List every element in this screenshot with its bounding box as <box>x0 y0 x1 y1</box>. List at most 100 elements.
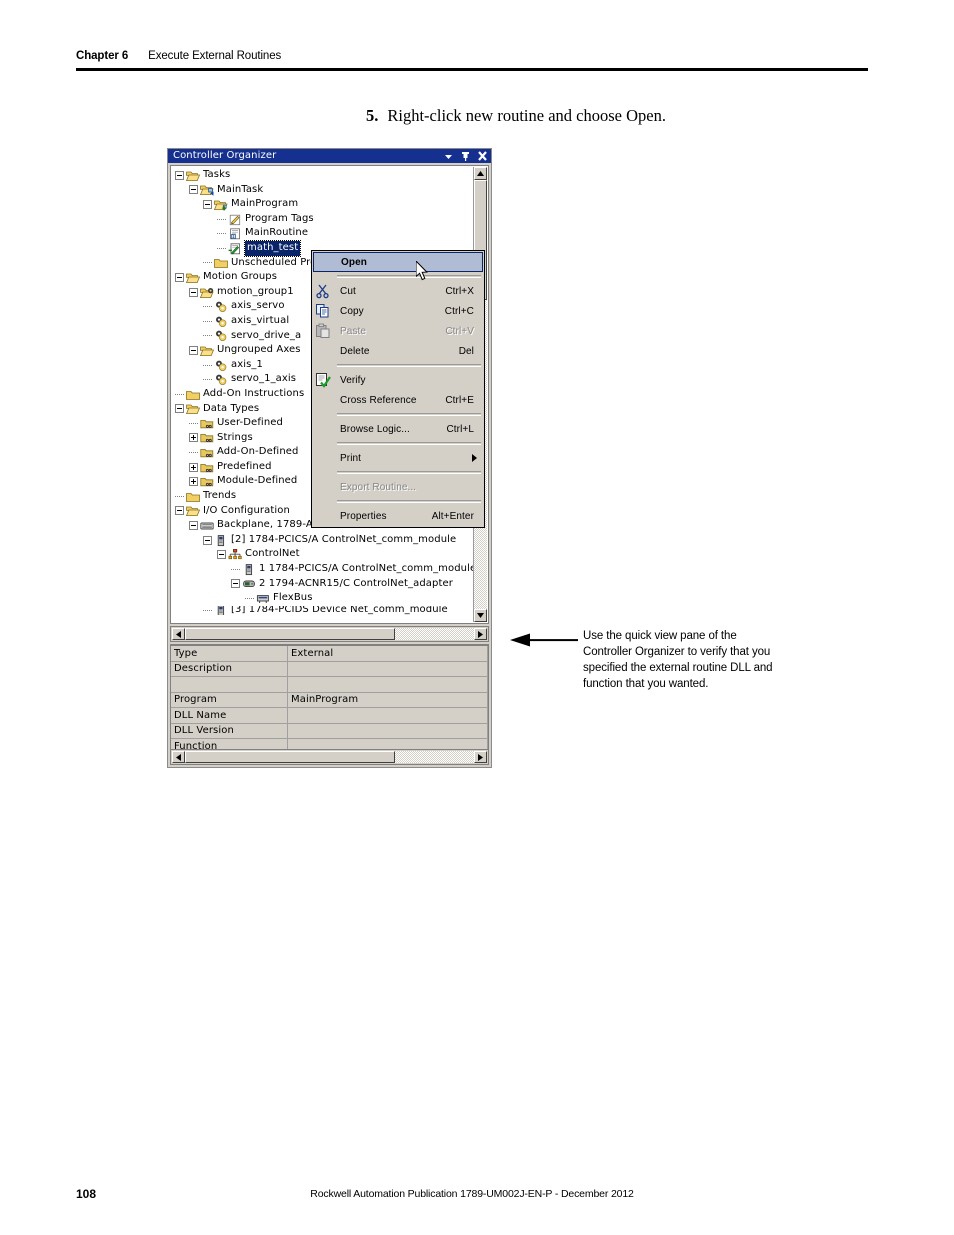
menu-item-browse-logic[interactable]: Browse Logic... Ctrl+L <box>312 419 484 439</box>
tree-connector <box>203 256 214 269</box>
datatype-folder-icon <box>200 446 214 459</box>
axis-icon <box>214 300 228 313</box>
tree-toggle-collapse[interactable] <box>189 521 198 531</box>
datatype-folder-icon <box>200 417 214 430</box>
tree-item-label: FlexBus <box>273 592 313 604</box>
tree-toggle-collapse[interactable] <box>175 404 184 414</box>
axis-icon <box>214 359 228 372</box>
tree-item-label: MainProgram <box>231 198 299 210</box>
menu-item-delete[interactable]: Delete Del <box>312 341 484 361</box>
tree-item-label: math_test <box>243 239 302 257</box>
adapter-icon <box>242 577 256 590</box>
tree-item-label: ControlNet <box>245 548 300 560</box>
datatype-folder-icon <box>200 475 214 488</box>
chapter-number: Chapter 6 <box>76 50 129 62</box>
tree-toggle-collapse[interactable] <box>231 579 240 589</box>
tree-item-label: axis_1 <box>231 358 263 370</box>
tree-item-program-tags[interactable]: Program Tags <box>175 212 476 227</box>
tree-item-controlnet[interactable]: ControlNet <box>175 547 476 562</box>
tree-hscroll-thumb[interactable] <box>185 628 395 640</box>
menu-separator <box>337 442 481 445</box>
tree-toggle-expand[interactable] <box>189 462 198 472</box>
quick-view-value[interactable] <box>287 676 488 693</box>
tree-item-2-1794-acnr15-c-controlnet-adapter[interactable]: 2 1794-ACNR15/C ControlNet_adapter <box>175 577 476 592</box>
quick-view-key: Description <box>171 661 288 677</box>
motion-group-icon <box>200 286 214 299</box>
datatype-folder-icon <box>200 461 214 474</box>
tree-item-flexbus[interactable]: FlexBus <box>175 591 476 606</box>
menu-item-properties[interactable]: Properties Alt+Enter <box>312 506 484 526</box>
step-instruction: 5. Right-click new routine and choose Op… <box>366 106 666 126</box>
quick-view-value[interactable]: External <box>287 646 488 662</box>
tree-toggle-collapse[interactable] <box>175 272 184 282</box>
menu-item-label: Export Routine... <box>340 481 417 493</box>
tree-connector <box>203 300 214 313</box>
tree-toggle-collapse[interactable] <box>203 199 212 209</box>
tree-toggle-expand[interactable] <box>189 477 198 487</box>
tree-toggle-collapse[interactable] <box>189 287 198 297</box>
quick-view-value[interactable] <box>287 707 488 724</box>
window-bottom-scrollbar[interactable] <box>170 749 489 765</box>
bottom-scroll-right-arrow-icon[interactable] <box>474 751 487 763</box>
menu-item-label: Paste <box>340 325 367 337</box>
submenu-arrow-icon <box>472 454 477 465</box>
tree-connector <box>231 563 242 576</box>
tree-toggle-collapse[interactable] <box>189 345 198 355</box>
annotation-arrow-icon <box>510 633 578 652</box>
tree-connector <box>217 213 228 226</box>
module-icon <box>214 605 228 615</box>
tree-item-1-1784-pcics-a-controlnet-comm-module[interactable]: 1 1784-PCICS/A ControlNet_comm_module <box>175 562 476 577</box>
tree-item-maintask[interactable]: MainTask <box>175 183 476 198</box>
menu-item-print[interactable]: Print <box>312 448 484 468</box>
scroll-right-arrow-icon[interactable] <box>474 628 487 640</box>
quick-view-key: DLL Version <box>171 723 288 739</box>
tree-item-label: servo_1_axis <box>231 373 297 385</box>
bottom-scroll-left-arrow-icon[interactable] <box>172 751 185 763</box>
tree-item-mainprogram[interactable]: MainProgram <box>175 197 476 212</box>
quick-view-value[interactable]: MainProgram <box>287 692 488 708</box>
quick-view-value[interactable] <box>287 723 488 739</box>
menu-separator <box>337 471 481 474</box>
menu-item-verify[interactable]: Verify <box>312 370 484 390</box>
folder-icon <box>186 490 200 503</box>
tree-item-tasks[interactable]: Tasks <box>175 168 476 183</box>
tree-toggle-collapse[interactable] <box>175 170 184 180</box>
bottom-scroll-thumb[interactable] <box>185 751 395 763</box>
tree-horizontal-scrollbar[interactable] <box>170 626 489 642</box>
menu-item-shortcut: Ctrl+C <box>444 305 474 317</box>
tree-item-label: Motion Groups <box>203 271 278 283</box>
bottom-scroll-track[interactable] <box>185 751 474 763</box>
tree-toggle-collapse[interactable] <box>175 506 184 516</box>
program-icon <box>214 198 228 211</box>
close-icon[interactable] <box>477 150 488 162</box>
quick-view-value[interactable] <box>287 661 488 677</box>
quick-view-row: DLL Version <box>171 723 488 739</box>
scroll-down-arrow-icon[interactable] <box>474 609 487 622</box>
tree-item-3-1784-pcids-device-net-comm-module[interactable]: [3] 1784-PCIDS Device Net_comm_module <box>175 605 476 615</box>
menu-separator <box>337 413 481 416</box>
pushpin-icon[interactable] <box>460 150 471 162</box>
svg-text:1: 1 <box>232 234 235 239</box>
context-menu[interactable]: Open Cut Ctrl+X Copy Ctrl+C Paste Ctrl+V Delete… <box>311 250 485 528</box>
page-footer: 108 Rockwell Automation Publication 1789… <box>76 1187 868 1203</box>
folder-open-icon <box>186 169 200 182</box>
menu-item-copy[interactable]: Copy Ctrl+C <box>312 301 484 321</box>
tree-toggle-collapse[interactable] <box>189 185 198 195</box>
publication-line: Rockwell Automation Publication 1789-UM0… <box>310 1188 634 1200</box>
scroll-up-arrow-icon[interactable] <box>474 167 487 180</box>
tree-hscroll-track[interactable] <box>185 628 474 640</box>
tree-toggle-expand[interactable] <box>189 433 198 443</box>
tree-item-label: Add-On Instructions <box>203 387 305 399</box>
tree-item-label: 2 1794-ACNR15/C ControlNet_adapter <box>259 577 453 589</box>
tree-toggle-collapse[interactable] <box>217 550 226 560</box>
folder-open-icon <box>186 504 200 517</box>
scroll-left-arrow-icon[interactable] <box>172 628 185 640</box>
quick-view-row: Description <box>171 661 488 677</box>
menu-item-open[interactable]: Open <box>313 252 483 272</box>
tree-item-2-1784-pcics-a-controlnet-comm-module[interactable]: [2] 1784-PCICS/A ControlNet_comm_module <box>175 533 476 548</box>
tree-item-mainroutine[interactable]: 1 MainRoutine <box>175 226 476 241</box>
tree-toggle-collapse[interactable] <box>203 535 212 545</box>
menu-item-cut[interactable]: Cut Ctrl+X <box>312 281 484 301</box>
dropdown-arrow-icon[interactable] <box>443 150 454 162</box>
menu-item-cross-reference[interactable]: Cross Reference Ctrl+E <box>312 390 484 410</box>
